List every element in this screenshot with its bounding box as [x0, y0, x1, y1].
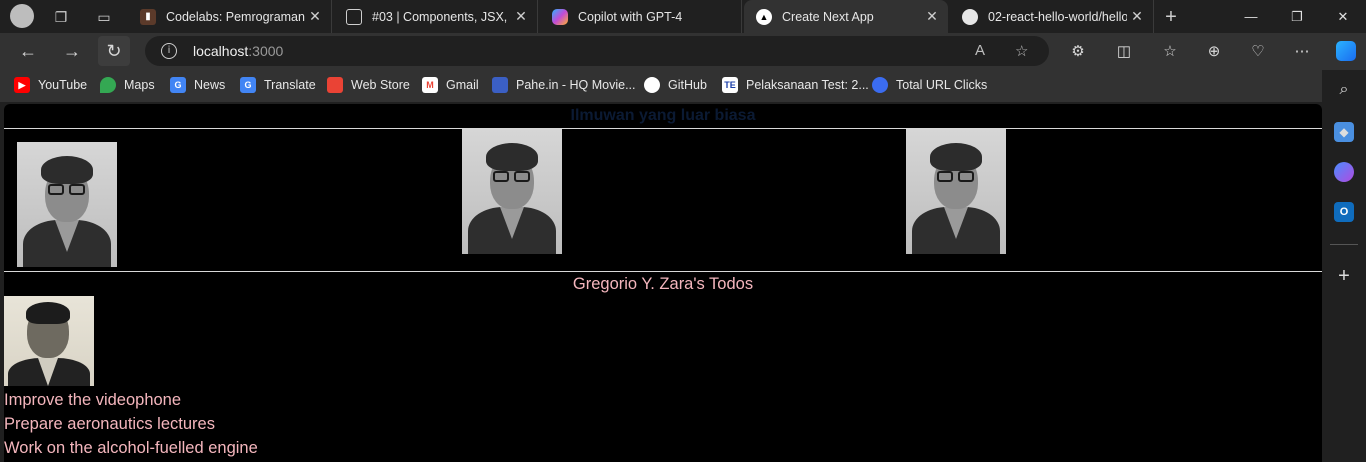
- restore-button[interactable]: ❐: [1274, 0, 1320, 33]
- favorite-news[interactable]: G News: [170, 77, 225, 93]
- search-icon[interactable]: ⌕: [1334, 80, 1354, 100]
- shopping-tag-icon[interactable]: ◆: [1334, 122, 1354, 142]
- favorite-gmail[interactable]: M Gmail: [422, 77, 479, 93]
- outlook-icon[interactable]: O: [1334, 202, 1354, 222]
- translate-icon: G: [240, 77, 256, 93]
- todos-title: Gregorio Y. Zara's Todos: [572, 275, 754, 293]
- favorites-icon[interactable]: ☆: [1154, 36, 1186, 66]
- url-clicks-icon: [872, 77, 888, 93]
- github-icon: [644, 77, 660, 93]
- page-viewport: Ilmuwan yang luar biasa Gregorio Y. Zara…: [4, 104, 1322, 462]
- url-text[interactable]: localhost:3000: [193, 43, 283, 59]
- maps-icon: [100, 77, 116, 93]
- webstore-icon: [327, 77, 343, 93]
- url-host: localhost: [193, 43, 249, 59]
- favorite-translate[interactable]: G Translate: [240, 77, 316, 93]
- split-screen-icon[interactable]: ◫: [1108, 36, 1140, 66]
- tab-create-next-app[interactable]: ▲ Create Next App ✕: [744, 0, 948, 33]
- todo-item: Improve the videophone: [4, 391, 182, 409]
- tab-components-jsx[interactable]: #03 | Components, JSX, da ✕: [334, 0, 538, 33]
- add-sidebar-app-icon[interactable]: +: [1334, 265, 1354, 287]
- collections-icon[interactable]: ⊕: [1198, 36, 1230, 66]
- new-tab-icon[interactable]: +: [1160, 6, 1182, 28]
- copilot-app-icon[interactable]: [1334, 162, 1354, 182]
- page-heading: Ilmuwan yang luar biasa: [570, 107, 756, 124]
- browser-window: ❐ ▭ ▮ Codelabs: Pemrograman B ✕ #03 | Co…: [0, 0, 1366, 462]
- scientist-portrait-image: [462, 129, 562, 254]
- pahe-icon: [492, 77, 508, 93]
- sidebar-divider: [1330, 244, 1358, 245]
- forward-button[interactable]: →: [56, 36, 88, 66]
- site-info-icon[interactable]: i: [161, 43, 177, 59]
- extensions-icon[interactable]: ⚙: [1062, 36, 1094, 66]
- browser-essentials-icon[interactable]: ♡: [1242, 36, 1274, 66]
- youtube-icon: ▶: [14, 77, 30, 93]
- close-tab-icon[interactable]: ✕: [511, 8, 531, 25]
- workspaces-icon[interactable]: ❐: [50, 6, 72, 28]
- copilot-icon: [552, 8, 568, 25]
- favorite-web-store[interactable]: Web Store: [327, 77, 410, 93]
- address-bar[interactable]: i localhost:3000 A ☆: [145, 36, 1049, 66]
- news-icon: G: [170, 77, 186, 93]
- todo-item: Work on the alcohol-fuelled engine: [4, 439, 258, 457]
- navigation-bar: ← → ↻ i localhost:3000 A ☆ ⚙ ◫ ☆ ⊕ ♡ ⋯: [0, 33, 1366, 70]
- scientist-portrait-image: [906, 129, 1006, 254]
- close-tab-icon[interactable]: ✕: [305, 8, 325, 25]
- favorites-bar: ▶ YouTube Maps G News G Translate Web Store…: [0, 70, 1366, 102]
- github-icon: [962, 8, 978, 25]
- favorite-youtube[interactable]: ▶ YouTube: [14, 77, 87, 93]
- vertical-tabs-icon[interactable]: ▭: [93, 6, 115, 28]
- nextjs-icon: ▲: [756, 8, 772, 25]
- minimize-button[interactable]: —: [1228, 0, 1274, 33]
- favorite-total-url-clicks[interactable]: Total URL Clicks: [872, 77, 987, 93]
- todo-list: Improve the videophone Prepare aeronauti…: [4, 388, 258, 460]
- top-divider: [4, 128, 1322, 129]
- url-port: :3000: [248, 43, 284, 59]
- tab-github-hello-world[interactable]: 02-react-hello-world/hello ✕: [950, 0, 1154, 33]
- read-aloud-icon[interactable]: A: [975, 42, 985, 59]
- close-window-button[interactable]: ✕: [1320, 0, 1366, 33]
- tab-strip: ❐ ▭ ▮ Codelabs: Pemrograman B ✕ #03 | Co…: [0, 0, 1366, 33]
- gregorio-zara-portrait-image: [4, 296, 94, 386]
- page-icon: [346, 8, 362, 25]
- profile-avatar[interactable]: [10, 4, 34, 28]
- favorite-github[interactable]: GitHub: [644, 77, 707, 93]
- gmail-icon: M: [422, 77, 438, 93]
- more-menu-icon[interactable]: ⋯: [1286, 36, 1318, 66]
- back-button[interactable]: ←: [12, 36, 44, 66]
- favorite-pelaksanaan-test[interactable]: TE Pelaksanaan Test: 2...: [722, 77, 869, 93]
- close-tab-icon[interactable]: ✕: [1127, 8, 1147, 25]
- te-icon: TE: [722, 77, 738, 93]
- favorite-pahe[interactable]: Pahe.in - HQ Movie...: [492, 77, 636, 93]
- favorite-maps[interactable]: Maps: [100, 77, 155, 93]
- favorite-star-icon[interactable]: ☆: [1015, 42, 1028, 60]
- todo-item: Prepare aeronautics lectures: [4, 415, 215, 433]
- copilot-sidebar-icon[interactable]: [1330, 36, 1362, 66]
- tab-codelabs[interactable]: ▮ Codelabs: Pemrograman B ✕: [128, 0, 332, 33]
- scientist-portrait-image: [17, 142, 117, 267]
- middle-divider: [4, 271, 1322, 272]
- close-tab-icon[interactable]: ✕: [922, 8, 942, 25]
- codelabs-icon: ▮: [140, 8, 156, 25]
- edge-sidebar: ⌕ ◆ O +: [1322, 70, 1366, 462]
- tab-copilot[interactable]: Copilot with GPT-4: [540, 0, 742, 33]
- refresh-button[interactable]: ↻: [98, 36, 130, 66]
